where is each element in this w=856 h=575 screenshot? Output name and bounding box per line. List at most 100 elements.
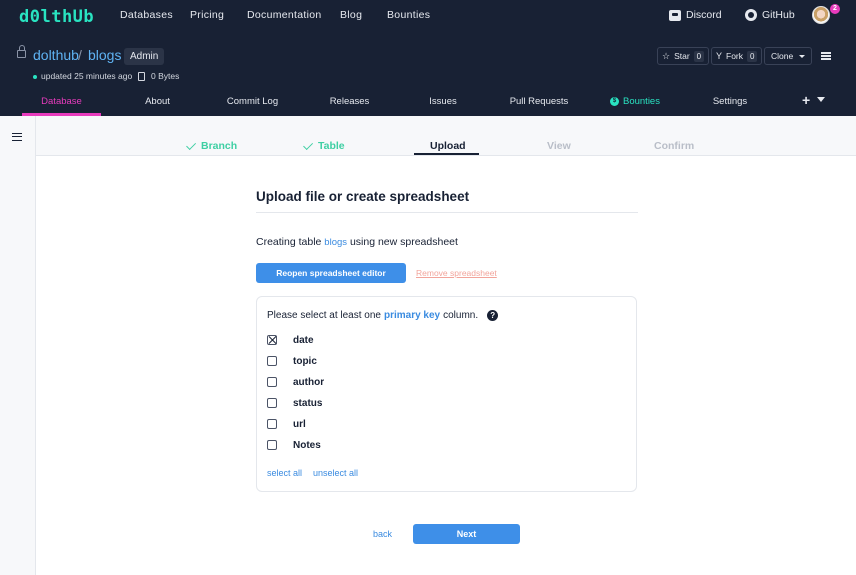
github-icon bbox=[745, 9, 757, 21]
column-name: status bbox=[293, 397, 323, 409]
step-branch-label: Branch bbox=[201, 140, 238, 152]
step-table[interactable]: Table bbox=[303, 139, 345, 152]
current-step-indicator bbox=[414, 153, 479, 155]
clone-dropdown[interactable]: Clone bbox=[764, 47, 813, 65]
checkbox[interactable] bbox=[267, 440, 277, 450]
column-name: url bbox=[293, 418, 306, 430]
tab-settings[interactable]: Settings bbox=[705, 86, 755, 116]
creating-prefix: Creating table bbox=[256, 236, 322, 248]
repo-owner-link[interactable]: dolthub bbox=[33, 47, 79, 63]
nav-blog[interactable]: Blog bbox=[340, 9, 362, 21]
sidebar-toggle-icon[interactable] bbox=[12, 133, 22, 141]
status-dot-icon bbox=[33, 75, 37, 79]
checkbox[interactable] bbox=[267, 398, 277, 408]
user-avatar[interactable] bbox=[812, 6, 830, 24]
top-navbar: d0lthUb Databases Pricing Documentation … bbox=[0, 0, 856, 32]
step-view-label: View bbox=[547, 140, 571, 152]
discord-link[interactable]: Discord bbox=[669, 9, 722, 21]
role-badge: Admin bbox=[124, 48, 165, 65]
chevron-down-icon bbox=[799, 54, 806, 58]
fork-icon: Y bbox=[716, 51, 723, 61]
checkbox[interactable] bbox=[267, 356, 277, 366]
primary-key-term: primary key bbox=[383, 310, 441, 321]
column-option-date[interactable]: date bbox=[267, 334, 314, 346]
check-icon bbox=[303, 139, 314, 150]
star-icon: ☆ bbox=[662, 50, 671, 61]
creating-suffix: using new spreadsheet bbox=[349, 236, 458, 248]
notification-badge: 2 bbox=[830, 4, 840, 14]
pk-prompt-suffix: column. bbox=[443, 310, 479, 321]
pk-prompt-prefix: Please select at least one bbox=[267, 310, 381, 321]
repo-menu-icon[interactable] bbox=[821, 52, 831, 60]
tab-database[interactable]: Database bbox=[22, 86, 101, 116]
fork-count: 0 bbox=[747, 50, 758, 62]
repo-tabs: Database About Commit Log Releases Issue… bbox=[0, 86, 856, 116]
nav-databases[interactable]: Databases bbox=[120, 9, 173, 21]
fork-label: Fork bbox=[726, 51, 744, 61]
discord-label: Discord bbox=[686, 9, 722, 21]
tab-about[interactable]: About bbox=[130, 86, 185, 116]
github-link[interactable]: GitHub bbox=[745, 9, 795, 21]
column-option-author[interactable]: author bbox=[267, 376, 324, 388]
step-table-label: Table bbox=[318, 140, 345, 152]
star-count: 0 bbox=[693, 50, 705, 62]
column-option-url[interactable]: url bbox=[267, 418, 306, 430]
discord-icon bbox=[669, 9, 681, 21]
primary-key-panel bbox=[256, 296, 637, 492]
step-upload-label: Upload bbox=[430, 140, 466, 152]
tab-commit-log[interactable]: Commit Log bbox=[220, 86, 285, 116]
check-icon bbox=[186, 139, 197, 150]
checkbox[interactable] bbox=[267, 419, 277, 429]
remove-spreadsheet-link[interactable]: Remove spreadsheet bbox=[416, 268, 497, 278]
step-view: View bbox=[547, 140, 571, 152]
step-confirm-label: Confirm bbox=[654, 140, 695, 152]
dolthub-logo[interactable]: d0lthUb bbox=[19, 7, 94, 27]
title-divider bbox=[256, 212, 638, 213]
star-label: Star bbox=[674, 51, 690, 61]
help-icon[interactable]: ? bbox=[487, 310, 499, 321]
tab-releases[interactable]: Releases bbox=[322, 86, 377, 116]
unselect-all-link[interactable]: unselect all bbox=[313, 468, 358, 478]
column-name: topic bbox=[293, 355, 317, 367]
nav-documentation[interactable]: Documentation bbox=[247, 9, 322, 21]
step-confirm: Confirm bbox=[654, 140, 694, 152]
github-label: GitHub bbox=[762, 9, 795, 21]
column-option-status[interactable]: status bbox=[267, 397, 322, 409]
primary-key-prompt: Please select at least one primary key c… bbox=[267, 310, 499, 321]
reopen-spreadsheet-button[interactable]: Reopen spreadsheet editor bbox=[256, 263, 406, 283]
repo-size: 0 Bytes bbox=[151, 71, 180, 81]
select-all-link[interactable]: select all bbox=[267, 468, 302, 478]
back-link[interactable]: back bbox=[373, 529, 392, 539]
tab-issues[interactable]: Issues bbox=[421, 86, 465, 116]
nav-bounties[interactable]: Bounties bbox=[387, 9, 430, 21]
column-option-topic[interactable]: topic bbox=[267, 355, 317, 367]
creating-table-text: Creating table blogs using new spreadshe… bbox=[256, 236, 458, 248]
step-upload: Upload bbox=[430, 140, 466, 152]
breadcrumb-separator: / bbox=[78, 47, 82, 63]
plus-icon[interactable]: + bbox=[802, 92, 810, 108]
tab-bounties[interactable]: $ Bounties bbox=[605, 86, 665, 116]
tab-pull-requests[interactable]: Pull Requests bbox=[505, 86, 573, 116]
database-size-icon bbox=[138, 72, 145, 81]
repo-name-link[interactable]: blogs bbox=[88, 47, 121, 63]
column-name: author bbox=[293, 376, 325, 388]
page-title: Upload file or create spreadsheet bbox=[256, 189, 470, 204]
updated-timestamp: updated 25 minutes ago bbox=[41, 71, 133, 81]
left-sidebar bbox=[0, 116, 36, 575]
table-name-link[interactable]: blogs bbox=[324, 237, 347, 248]
add-menu-caret-icon[interactable] bbox=[817, 97, 825, 102]
bounty-dollar-icon: $ bbox=[610, 96, 619, 106]
tab-bounties-label: Bounties bbox=[623, 95, 660, 107]
next-button[interactable]: Next bbox=[413, 524, 520, 544]
nav-pricing[interactable]: Pricing bbox=[190, 9, 224, 21]
star-button[interactable]: ☆ Star 0 bbox=[657, 47, 710, 65]
fork-button[interactable]: Y Fork 0 bbox=[711, 47, 763, 65]
clone-label: Clone bbox=[771, 51, 794, 61]
step-branch[interactable]: Branch bbox=[186, 139, 238, 152]
checkbox[interactable] bbox=[267, 377, 277, 387]
column-option-notes[interactable]: Notes bbox=[267, 439, 321, 451]
column-name: date bbox=[293, 334, 314, 346]
checkbox-checked[interactable] bbox=[267, 335, 277, 345]
column-name: Notes bbox=[293, 439, 321, 451]
lock-icon bbox=[17, 45, 26, 58]
